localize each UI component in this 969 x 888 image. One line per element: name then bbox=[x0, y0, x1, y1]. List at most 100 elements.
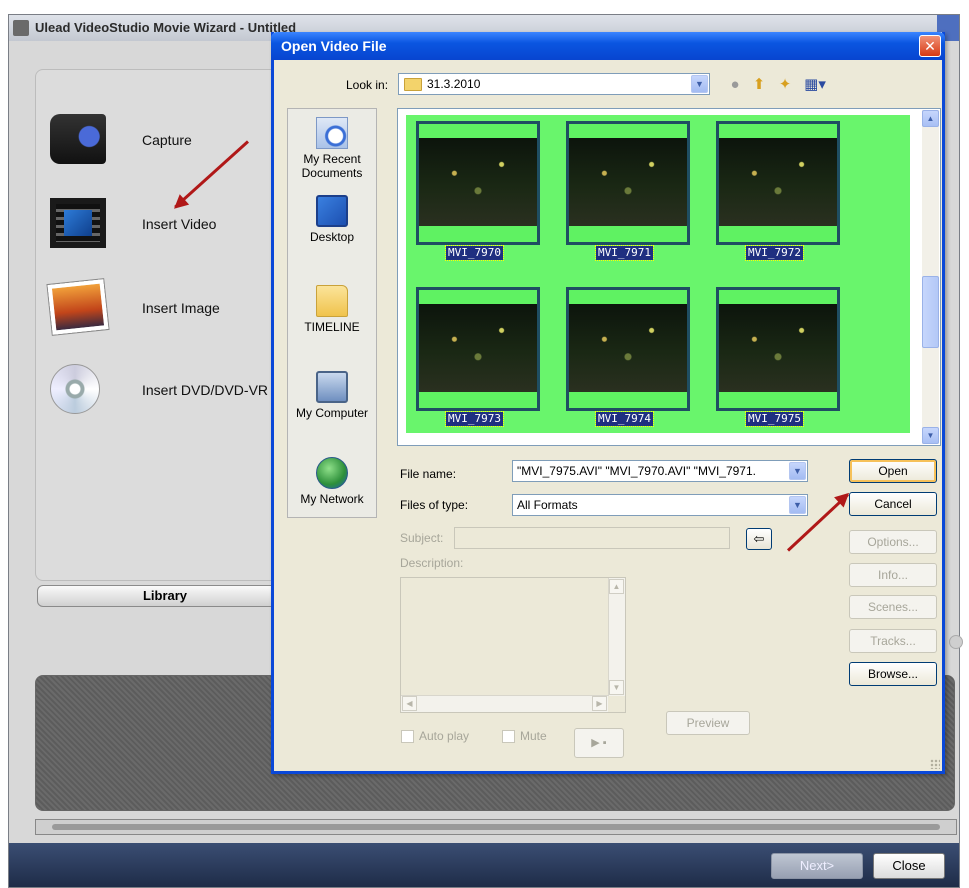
browse-button[interactable]: Browse... bbox=[849, 662, 937, 686]
actions-panel: Capture Insert Video Insert Image Insert… bbox=[35, 69, 295, 581]
scroll-thumb[interactable] bbox=[922, 276, 939, 348]
file-list-scrollbar[interactable]: ▲ ▼ bbox=[922, 110, 939, 444]
place-my-computer[interactable]: My Computer bbox=[288, 371, 376, 420]
scroll-down-icon[interactable]: ▼ bbox=[609, 680, 624, 695]
place-label: My Recent Documents bbox=[301, 152, 363, 180]
file-item[interactable]: MVI_7970 bbox=[416, 121, 540, 261]
description-field[interactable]: ▲ ▼ ◀ ▶ bbox=[400, 577, 626, 713]
file-name-value: "MVI_7975.AVI" "MVI_7970.AVI" "MVI_7971. bbox=[517, 464, 756, 478]
film-strip-icon bbox=[50, 198, 106, 248]
close-button[interactable]: Close bbox=[873, 853, 945, 879]
mute-checkbox[interactable] bbox=[502, 730, 515, 743]
mute-label: Mute bbox=[520, 729, 547, 743]
my-computer-icon bbox=[316, 371, 348, 403]
file-item[interactable]: MVI_7973 bbox=[416, 287, 540, 427]
place-desktop[interactable]: Desktop bbox=[288, 195, 376, 244]
chevron-down-icon[interactable]: ▼ bbox=[691, 75, 708, 93]
insert-video-label: Insert Video bbox=[142, 216, 217, 232]
play-icon: ▶ ▪ bbox=[591, 737, 607, 749]
view-menu-icon[interactable]: ▦▾ bbox=[802, 76, 828, 94]
camcorder-icon bbox=[50, 114, 106, 164]
file-list-view[interactable]: MVI_7970 MVI_7971 MVI_7972 MVI_7973 MVI_… bbox=[397, 108, 941, 446]
description-hscroll[interactable]: ◀ ▶ bbox=[401, 695, 608, 712]
back-icon[interactable]: ● bbox=[726, 76, 744, 94]
scroll-down-icon[interactable]: ▼ bbox=[922, 427, 939, 444]
insert-image-action[interactable]: Insert Image bbox=[47, 276, 290, 340]
places-bar: My Recent Documents Desktop TIMELINE My … bbox=[287, 108, 377, 518]
files-of-type-label: Files of type: bbox=[400, 498, 469, 512]
thumbnail bbox=[416, 287, 540, 411]
subject-field[interactable] bbox=[454, 527, 730, 549]
file-name-combo[interactable]: "MVI_7975.AVI" "MVI_7970.AVI" "MVI_7971.… bbox=[512, 460, 808, 482]
place-label: Desktop bbox=[309, 230, 355, 244]
thumbnail bbox=[566, 121, 690, 245]
scroll-up-icon[interactable]: ▲ bbox=[922, 110, 939, 127]
scroll-right-icon[interactable]: ▶ bbox=[592, 696, 607, 711]
wizard-bottom-bar: Next> Close bbox=[9, 843, 959, 887]
auto-play-label: Auto play bbox=[419, 729, 470, 743]
selection-area: MVI_7970 MVI_7971 MVI_7972 MVI_7973 MVI_… bbox=[406, 115, 910, 433]
storyboard-scrollbar[interactable] bbox=[35, 819, 957, 835]
app-icon bbox=[13, 20, 29, 36]
open-button[interactable]: Open bbox=[849, 459, 937, 483]
dialog-close-icon[interactable]: ✕ bbox=[919, 35, 941, 57]
preview-button[interactable]: Preview bbox=[666, 711, 750, 735]
look-in-combo[interactable]: 31.3.2010 ▼ bbox=[398, 73, 710, 95]
place-timeline[interactable]: TIMELINE bbox=[288, 285, 376, 334]
file-item[interactable]: MVI_7974 bbox=[566, 287, 690, 427]
place-label: My Network bbox=[300, 492, 364, 506]
chevron-down-icon[interactable]: ▼ bbox=[789, 462, 806, 480]
scroll-left-icon[interactable]: ◀ bbox=[402, 696, 417, 711]
scroll-up-icon[interactable]: ▲ bbox=[609, 579, 624, 594]
dialog-title: Open Video File bbox=[281, 38, 387, 54]
thumbnail bbox=[566, 287, 690, 411]
insert-dvd-label: Insert DVD/DVD-VR bbox=[142, 382, 269, 398]
recent-documents-icon bbox=[316, 117, 348, 149]
options-button[interactable]: Options... bbox=[849, 530, 937, 554]
scenes-button[interactable]: Scenes... bbox=[849, 595, 937, 619]
arrow-left-icon: ⇦ bbox=[753, 531, 765, 546]
place-my-recent-documents[interactable]: My Recent Documents bbox=[288, 117, 376, 180]
subject-label: Subject: bbox=[400, 531, 444, 545]
chevron-down-icon[interactable]: ▼ bbox=[789, 496, 806, 514]
auto-play-checkbox[interactable] bbox=[401, 730, 414, 743]
file-name-label: File name: bbox=[400, 467, 457, 481]
capture-label: Capture bbox=[142, 132, 192, 148]
dialog-title-bar: Open Video File ✕ bbox=[271, 32, 945, 60]
insert-image-label: Insert Image bbox=[142, 300, 220, 316]
place-label: TIMELINE bbox=[304, 320, 360, 334]
wizard-knob[interactable] bbox=[949, 635, 963, 649]
cancel-button[interactable]: Cancel bbox=[849, 492, 937, 516]
place-my-network[interactable]: My Network bbox=[288, 457, 376, 506]
thumbnail bbox=[716, 121, 840, 245]
file-name: MVI_7973 bbox=[445, 411, 504, 427]
thumbnail bbox=[716, 287, 840, 411]
file-item[interactable]: MVI_7972 bbox=[716, 121, 840, 261]
desktop-icon bbox=[316, 195, 348, 227]
file-name: MVI_7975 bbox=[745, 411, 804, 427]
description-vscroll[interactable]: ▲ ▼ bbox=[608, 578, 625, 696]
files-of-type-value: All Formats bbox=[517, 498, 578, 512]
files-of-type-combo[interactable]: All Formats ▼ bbox=[512, 494, 808, 516]
scroll-thumb[interactable] bbox=[52, 824, 940, 830]
capture-action[interactable]: Capture bbox=[50, 108, 290, 172]
file-item[interactable]: MVI_7975 bbox=[716, 287, 840, 427]
open-video-file-dialog: Open Video File ✕ Look in: 31.3.2010 ▼ ●… bbox=[271, 32, 945, 774]
folder-icon bbox=[404, 78, 422, 91]
picture-icon bbox=[47, 279, 109, 335]
new-folder-icon[interactable]: ✦ bbox=[776, 76, 794, 94]
file-item[interactable]: MVI_7971 bbox=[566, 121, 690, 261]
next-button[interactable]: Next> bbox=[771, 853, 863, 879]
tracks-button[interactable]: Tracks... bbox=[849, 629, 937, 653]
thumbnail bbox=[416, 121, 540, 245]
up-folder-icon[interactable]: ⬆ bbox=[750, 76, 768, 94]
description-label: Description: bbox=[400, 556, 464, 570]
info-button[interactable]: Info... bbox=[849, 563, 937, 587]
library-button[interactable]: Library bbox=[37, 585, 293, 607]
play-button[interactable]: ▶ ▪ bbox=[574, 728, 624, 758]
my-network-icon bbox=[316, 457, 348, 489]
file-name: MVI_7972 bbox=[745, 245, 804, 261]
insert-subject-button[interactable]: ⇦ bbox=[746, 528, 772, 550]
resize-grip-icon[interactable] bbox=[930, 759, 940, 769]
insert-dvd-action[interactable]: Insert DVD/DVD-VR bbox=[50, 358, 290, 422]
